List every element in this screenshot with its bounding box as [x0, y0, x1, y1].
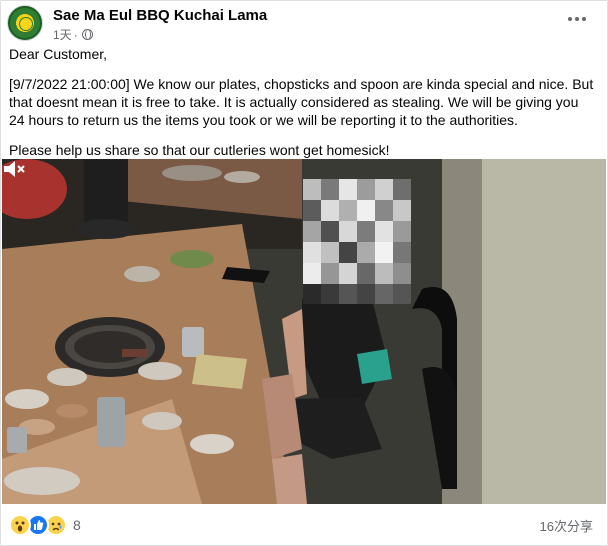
post-text: Dear Customer, [9/7/2022 21:00:00] We kn…	[9, 45, 594, 159]
blurred-face	[303, 179, 411, 304]
post-header: Sae Ma Eul BBQ Kuchai Lama 1天 ·	[7, 5, 607, 43]
reactions-summary[interactable]: 8	[9, 514, 81, 536]
separator-dot: ·	[73, 27, 78, 42]
post-footer: 8 16次分享	[1, 508, 607, 538]
more-horizontal-icon[interactable]	[565, 13, 589, 25]
share-count[interactable]: 16次分享	[540, 516, 593, 535]
post-time[interactable]: 1天	[53, 26, 72, 43]
post-closing: Please help us share so that our cutleri…	[9, 142, 390, 158]
page-avatar[interactable]	[7, 5, 43, 41]
video-frame	[2, 159, 606, 504]
wow-icon	[9, 514, 31, 536]
post-meta: 1天 ·	[53, 26, 93, 43]
post-body: [9/7/2022 21:00:00] We know our plates, …	[9, 76, 594, 128]
post-greeting: Dear Customer,	[9, 46, 108, 62]
volume-icon[interactable]	[2, 159, 26, 179]
page-name[interactable]: Sae Ma Eul BBQ Kuchai Lama	[53, 7, 267, 24]
globe-icon	[81, 29, 93, 40]
reaction-count: 8	[73, 517, 81, 533]
logo-center	[19, 17, 33, 31]
video-player[interactable]	[2, 159, 606, 504]
post-card: Sae Ma Eul BBQ Kuchai Lama 1天 · Dear Cus…	[0, 0, 608, 546]
